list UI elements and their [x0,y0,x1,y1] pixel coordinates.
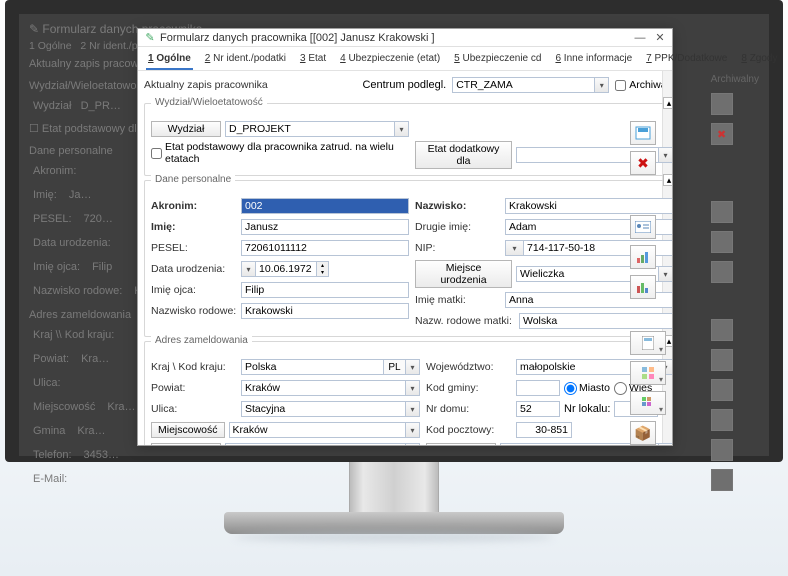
close-red-button[interactable]: ✖ [630,151,656,175]
radio-miasto[interactable]: Miasto [564,382,610,395]
centrum-label: Centrum podlegl. [362,79,446,91]
imie-matki-label: Imię matki: [415,294,501,306]
pesel-field[interactable] [241,240,409,256]
powiat-field[interactable] [241,380,406,396]
ulica-label: Ulica: [151,403,237,415]
employee-form-window: ✎ Formularz danych pracownika [[002] Jan… [137,28,673,446]
wydzial-field[interactable] [225,121,395,137]
tab-ogolne[interactable]: 1 Ogólne [146,51,193,70]
form-content: Aktualny zapis pracownika Centrum podleg… [138,71,672,445]
ulica-field[interactable] [241,401,406,417]
tab-ubezp-etat[interactable]: 4 Ubezpieczenie (etat) [338,51,442,70]
ulica-dd[interactable]: ▾ [406,401,420,417]
imie-ojca-field[interactable] [241,282,409,298]
miejsce-ur-button[interactable]: Miejsce urodzenia [415,260,512,288]
kraj-code: PL [384,359,406,375]
tab-zgody[interactable]: 8 Zgody [739,51,779,70]
centrum-field[interactable] [452,77,595,93]
kraj-label: Kraj \ Kod kraju: [151,361,237,373]
date-dd[interactable]: ▾ [241,261,255,277]
miejscowosc-field[interactable] [229,422,406,438]
date-up[interactable]: ▴ [317,262,328,269]
tab-inne[interactable]: 6 Inne informacje [553,51,634,70]
close-button[interactable]: ✕ [650,30,670,46]
kodpocz-field[interactable] [516,422,572,438]
minimize-button[interactable]: — [630,30,650,46]
action-1-button[interactable]: 📦 [630,421,656,445]
action-rail: ✖ 📦 👤 📑 [630,121,666,445]
drugie-label: Drugie imię: [415,221,501,233]
centrum-dropdown[interactable]: ▾ [595,77,609,93]
tab-ppk[interactable]: 7 PPK/Dodatkowe [644,51,729,70]
wydzial-dd[interactable]: ▾ [395,121,409,137]
rodowe-matki-label: Nazw. rodowe matki: [415,315,515,327]
kodpocz-label: Kod pocztowy: [426,424,512,436]
imie-field[interactable] [241,219,409,235]
stats-button[interactable] [630,275,656,299]
akronim-label: Akronim: [151,200,237,212]
tab-strip: 1 Ogólne 2 Nr ident./podatki 3 Etat 4 Ub… [138,47,672,71]
nazw-rodowe-label: Nazwisko rodowe: [151,305,237,317]
imie-ojca-label: Imię ojca: [151,284,237,296]
id-card-button[interactable] [630,215,656,239]
woj-label: Województwo: [426,361,512,373]
etat-dodatkowy-button[interactable]: Etat dodatkowy dla [415,141,512,169]
page-1-button[interactable] [630,331,666,355]
group-personal: Dane personalne ▴ Akronim: Imię: PESEL: … [144,180,672,337]
kodgminy-field[interactable] [516,380,560,396]
nip-label: NIP: [415,242,501,254]
nazwisko-label: Nazwisko: [415,200,501,212]
powiat-label: Powiat: [151,382,237,394]
gmina-field[interactable] [225,443,406,445]
tab-etat[interactable]: 3 Etat [298,51,328,70]
data-ur-field[interactable]: ▾ ▴▾ [241,261,329,277]
poczta-button[interactable]: Poczta [426,443,496,445]
aktualny-label: Aktualny zapis pracownika [144,79,268,91]
chart-button[interactable] [630,245,656,269]
group-address: Adres zameldowania ▴ Kraj \ Kod kraju: P… [144,341,672,445]
gmina-dd[interactable]: ▾ [406,443,420,445]
nrdomu-field[interactable] [516,401,560,417]
akronim-field[interactable] [241,198,409,214]
window-icon: ✎ [144,32,156,44]
kodgminy-label: Kod gminy: [426,382,512,394]
tab-ubezp-cd[interactable]: 5 Ubezpieczenie cd [452,51,543,70]
collapse-wydzial[interactable]: ▴ [663,97,672,109]
nrdomu-label: Nr domu: [426,403,512,415]
pesel-label: PESEL: [151,242,237,254]
wydzial-button[interactable]: Wydział [151,121,221,137]
window-title: Formularz danych pracownika [[002] Janus… [160,32,630,44]
powiat-dd[interactable]: ▾ [406,380,420,396]
page-2-button[interactable] [630,361,666,385]
imie-label: Imię: [151,221,237,233]
nrlokalu-label: Nr lokalu: [564,403,610,415]
etat-podstawowy-check[interactable]: Etat podstawowy dla pracownika zatrud. n… [151,141,409,165]
kraj-field[interactable] [241,359,384,375]
miejscowosc-button[interactable]: Miejscowość [151,422,225,438]
titlebar: ✎ Formularz danych pracownika [[002] Jan… [138,29,672,47]
data-ur-label: Data urodzenia: [151,263,237,275]
page-3-button[interactable] [630,391,666,415]
date-down[interactable]: ▾ [317,269,328,276]
save-button[interactable] [630,121,656,145]
nazw-rodowe-field[interactable] [241,303,409,319]
tab-nr-ident[interactable]: 2 Nr ident./podatki [203,51,288,70]
group-wydzial: Wydział/Wieloetatowość ▴ Wydział ▾ Et [144,103,672,176]
nip-prefix-dd[interactable]: ▾ [505,240,523,256]
miejscowosc-dd[interactable]: ▾ [406,422,420,438]
gmina-button[interactable]: Gmina [151,443,221,445]
kraj-dd[interactable]: ▾ [406,359,420,375]
